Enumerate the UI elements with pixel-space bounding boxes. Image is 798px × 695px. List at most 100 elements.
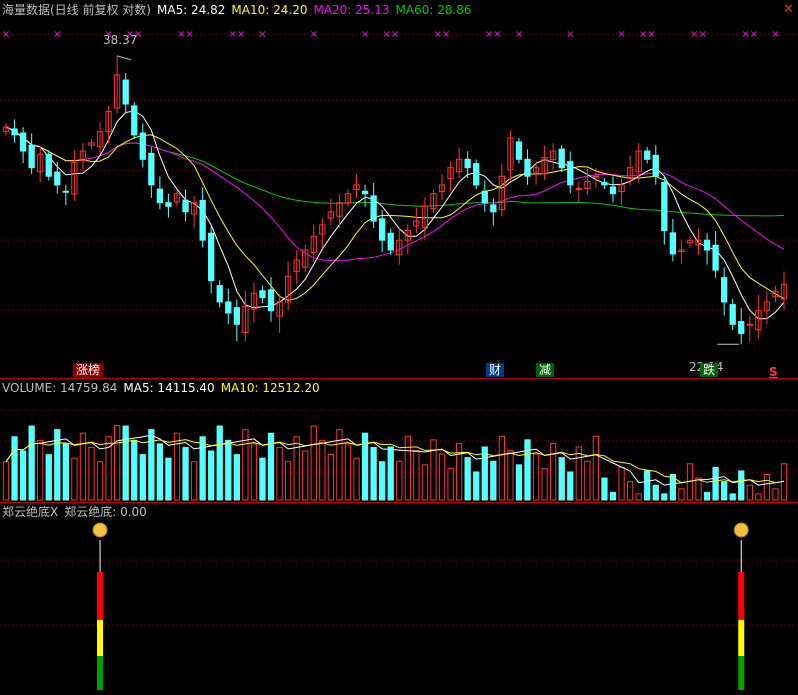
- volume-bar: [216, 425, 223, 501]
- volume-bar: [2, 461, 10, 501]
- signal-cross-icon: ×: [2, 29, 10, 40]
- candle-body: [62, 190, 69, 193]
- volume-bar: [746, 484, 753, 501]
- signal-cross-icon: ××: [177, 29, 194, 40]
- volume-bar: [413, 450, 420, 501]
- volume-bar: [635, 493, 642, 501]
- signal-cross-icon: ××: [228, 29, 245, 40]
- indicator-bar-green: [738, 656, 745, 690]
- close-icon[interactable]: ✕: [783, 2, 794, 17]
- volume-bar: [558, 457, 565, 501]
- volume-bar: [695, 477, 702, 501]
- ma60-legend: MA60: 28.86: [395, 3, 472, 17]
- indicator-title: 郑云绝底X: [2, 505, 59, 519]
- volume-bar: [438, 453, 446, 501]
- candle-body: [661, 181, 668, 232]
- candle-body: [575, 187, 582, 190]
- signal-cross-icon: ××: [382, 29, 399, 40]
- jian-badge: 减: [536, 363, 555, 377]
- volume-bar: [644, 470, 651, 501]
- volume-bar: [293, 436, 300, 501]
- signal-cross-icon: ×: [361, 29, 369, 40]
- sell-signal-mark: S: [769, 365, 778, 379]
- candle-body: [669, 232, 677, 255]
- volume-bar: [139, 454, 146, 501]
- signal-cross-icon: ××: [690, 29, 707, 40]
- candle-body: [558, 148, 565, 169]
- volume-bar: [490, 460, 497, 501]
- volume-bar: [772, 488, 779, 501]
- signal-cross-icon: ×: [566, 29, 574, 40]
- volume-bar: [575, 446, 582, 501]
- main-panel-header: 海量数据(日线 前复权 对数) MA5: 24.82 MA10: 24.20 MA20…: [2, 3, 478, 17]
- volume-bar: [319, 439, 326, 501]
- volume-bar: [473, 471, 480, 501]
- indicator-bar-red: [97, 572, 104, 620]
- volume-bar: [62, 443, 69, 501]
- volume-bar: [703, 491, 711, 501]
- volume-bar: [729, 493, 736, 501]
- signal-cross-icon: ×: [258, 29, 266, 40]
- volume-bar: [45, 454, 52, 501]
- volume-bar: [464, 457, 471, 501]
- signal-cross-icon: ××: [434, 29, 451, 40]
- volume-bar: [353, 457, 360, 501]
- volume-bar: [327, 454, 335, 501]
- cai-badge: 财: [486, 363, 505, 377]
- volume-bar: [738, 470, 745, 501]
- candle-body: [182, 199, 189, 213]
- candle-body: [122, 79, 129, 105]
- candle-body: [216, 285, 223, 303]
- candle-body: [515, 141, 523, 160]
- volume-bar: [618, 466, 625, 501]
- volume-ma10-legend: MA10: 12512.20: [220, 381, 320, 395]
- indicator-bar-yellow: [97, 620, 104, 656]
- die-badge: 跌: [700, 363, 719, 377]
- volume-bar: [225, 439, 232, 501]
- candle-body: [481, 190, 488, 204]
- candle-body: [652, 154, 659, 177]
- volume-bar: [524, 439, 531, 501]
- volume-bar: [404, 435, 411, 501]
- signal-cross-icon: ×: [53, 29, 61, 40]
- volume-bar: [182, 446, 189, 501]
- volume-bar: [379, 461, 386, 501]
- candle-body: [729, 304, 736, 325]
- volume-bar: [396, 460, 403, 501]
- candle-body: [524, 158, 531, 177]
- candle-body: [464, 158, 471, 169]
- volume-bar: [481, 446, 488, 501]
- indicator-bar-green: [97, 656, 104, 690]
- volume-bar: [507, 450, 514, 501]
- indicator-panel-header: 郑云绝底X 郑云绝底: 0.00: [2, 505, 153, 519]
- volume-bar: [284, 461, 292, 501]
- candle-body: [567, 161, 574, 186]
- signal-cross-icon: ××: [741, 29, 758, 40]
- volume-bar: [755, 493, 762, 501]
- candle-body: [473, 163, 480, 186]
- candle-body: [361, 190, 369, 195]
- indicator-bar-red: [738, 572, 745, 620]
- volume-bar: [37, 439, 44, 501]
- volume-bar: [302, 450, 309, 501]
- volume-bar: [11, 436, 18, 501]
- signal-cross-icon: ×: [310, 29, 318, 40]
- volume-bar: [515, 464, 523, 501]
- volume-bar: [310, 425, 317, 501]
- candle-body: [490, 204, 497, 213]
- zhangbang-badge: 涨榜: [73, 363, 104, 377]
- volume-bar: [601, 477, 608, 501]
- volume-bar: [156, 443, 164, 501]
- volume-bar: [550, 442, 557, 501]
- volume-bar: [661, 493, 668, 501]
- volume-bar: [233, 454, 240, 501]
- candle-body: [156, 188, 164, 204]
- candle-body: [712, 244, 719, 271]
- candle-body: [259, 290, 266, 299]
- volume-bar: [498, 435, 506, 501]
- signal-cross-icon: ××: [485, 29, 502, 40]
- ma5-legend: MA5: 24.82: [157, 3, 226, 17]
- volume-bar: [259, 457, 266, 501]
- volume-bar: [208, 450, 215, 501]
- candle-body: [165, 202, 172, 207]
